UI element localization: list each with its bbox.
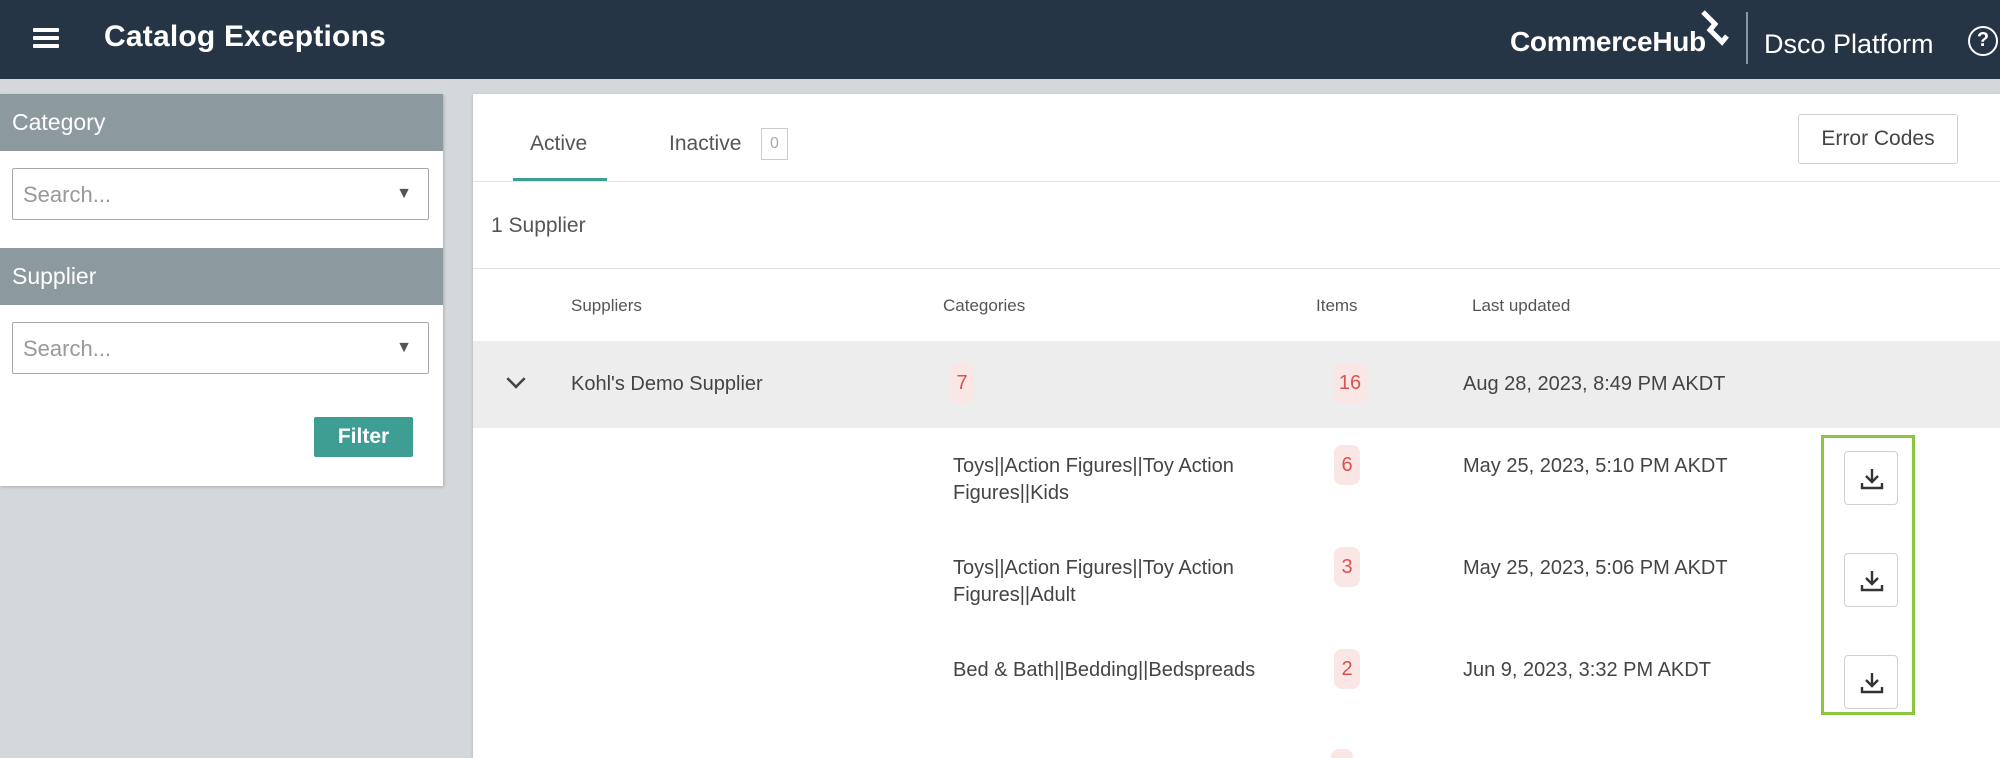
filter-panel: Category Search... ▼ Supplier Search... … bbox=[0, 94, 443, 486]
commercehub-logo-icon bbox=[1701, 10, 1729, 46]
column-header-categories[interactable]: Categories bbox=[943, 296, 1025, 316]
category-search-select[interactable]: Search... ▼ bbox=[12, 168, 429, 220]
brand-divider bbox=[1746, 12, 1748, 64]
chevron-down-icon[interactable] bbox=[506, 369, 526, 389]
items-count-badge[interactable]: 6 bbox=[1334, 445, 1360, 485]
supplier-filter-label: Supplier bbox=[0, 248, 443, 305]
category-name: Toys||Action Figures||Toy Action Figures… bbox=[953, 557, 1234, 606]
supplier-search-select[interactable]: Search... ▼ bbox=[12, 322, 429, 374]
last-updated: Jun 9, 2023, 3:32 PM AKDT bbox=[1463, 659, 1711, 681]
items-count-badge[interactable]: 3 bbox=[1334, 547, 1360, 587]
chevron-down-icon: ▼ bbox=[396, 185, 412, 202]
download-button[interactable] bbox=[1844, 553, 1898, 607]
supplier-search-placeholder: Search... bbox=[23, 336, 112, 361]
category-name: Bed & Bath||Bedding||Bedspreads bbox=[953, 659, 1256, 681]
tab-active[interactable]: Active bbox=[530, 132, 587, 156]
download-button[interactable] bbox=[1844, 451, 1898, 505]
last-updated: May 25, 2023, 5:06 PM AKDT bbox=[1463, 557, 1728, 579]
items-count-badge[interactable]: 16 bbox=[1333, 363, 1367, 403]
platform-name: Dsco Platform bbox=[1764, 29, 1934, 59]
download-button[interactable] bbox=[1844, 655, 1898, 709]
last-updated: May 25, 2023, 5:10 PM AKDT bbox=[1463, 455, 1728, 477]
inactive-count-badge: 0 bbox=[761, 128, 788, 160]
brand-logo-text: CommerceHub bbox=[1510, 26, 1706, 57]
help-icon[interactable]: ? bbox=[1968, 26, 1998, 56]
top-bar: Catalog Exceptions CommerceHub Dsco Plat… bbox=[0, 0, 2000, 79]
filter-button[interactable]: Filter bbox=[314, 417, 413, 457]
page-title: Catalog Exceptions bbox=[104, 20, 386, 53]
chevron-down-icon: ▼ bbox=[396, 339, 412, 356]
divider bbox=[473, 268, 2000, 269]
exceptions-card: Active Inactive 0 Error Codes 1 Supplier… bbox=[473, 94, 2000, 758]
category-name: Toys||Action Figures||Toy Action Figures… bbox=[953, 455, 1234, 504]
items-count-badge-partial bbox=[1331, 749, 1353, 758]
category-search-placeholder: Search... bbox=[23, 182, 112, 207]
download-icon bbox=[1860, 571, 1884, 592]
tab-inactive[interactable]: Inactive bbox=[669, 132, 741, 156]
categories-count-badge[interactable]: 7 bbox=[950, 363, 974, 403]
error-codes-button[interactable]: Error Codes bbox=[1798, 114, 1958, 164]
column-header-items[interactable]: Items bbox=[1316, 296, 1358, 316]
items-count-badge[interactable]: 2 bbox=[1334, 649, 1360, 689]
category-filter-label: Category bbox=[0, 94, 443, 151]
supplier-count: 1 Supplier bbox=[491, 214, 586, 237]
tab-bar: Active Inactive 0 Error Codes bbox=[473, 94, 2000, 182]
menu-icon[interactable] bbox=[30, 23, 64, 53]
supplier-row[interactable]: Kohl's Demo Supplier 7 16 Aug 28, 2023, … bbox=[473, 341, 2000, 428]
active-tab-indicator bbox=[513, 178, 607, 181]
supplier-name: Kohl's Demo Supplier bbox=[571, 373, 763, 395]
last-updated: Aug 28, 2023, 8:49 PM AKDT bbox=[1463, 373, 1726, 395]
download-icon bbox=[1860, 469, 1884, 490]
download-icon bbox=[1860, 673, 1884, 694]
column-header-last-updated[interactable]: Last updated bbox=[1472, 296, 1570, 316]
column-header-suppliers[interactable]: Suppliers bbox=[571, 296, 642, 316]
